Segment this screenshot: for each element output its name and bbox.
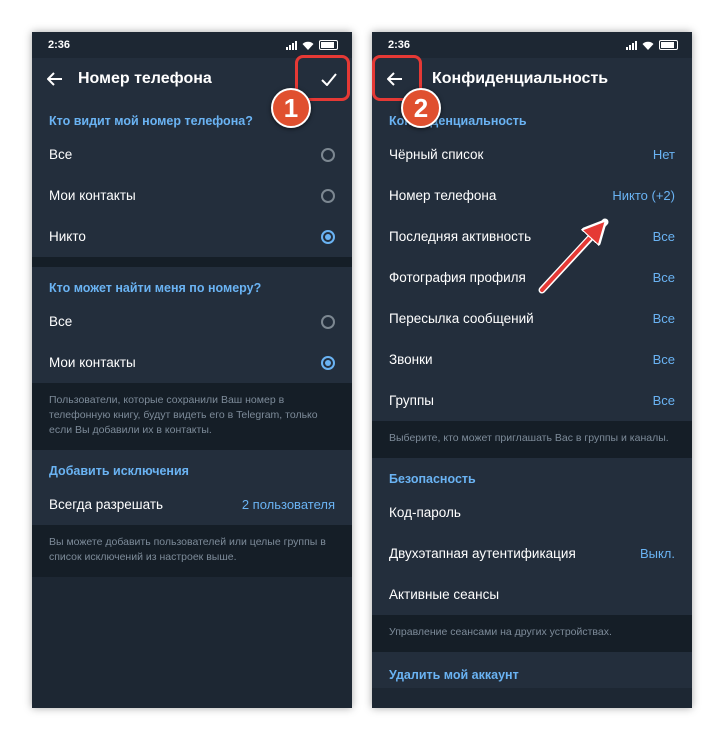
option-label: Никто (49, 229, 86, 244)
section-note: Пользователи, которые сохранили Ваш номе… (32, 383, 352, 450)
section-header: Кто может найти меня по номеру? (49, 281, 262, 295)
row-label: Звонки (389, 352, 433, 367)
section-note: Управление сеансами на других устройства… (372, 615, 692, 652)
radio-button[interactable] (321, 188, 335, 203)
section-header: Добавить исключения (49, 464, 189, 478)
option-label: Все (49, 314, 73, 329)
option-nobody[interactable]: Никто (32, 216, 352, 257)
back-button[interactable] (32, 58, 78, 100)
privacy-section: Конфиденциальность Чёрный список Нет Ном… (372, 100, 692, 421)
privacy-row-forwarding[interactable]: Пересылка сообщений Все (372, 298, 692, 339)
option-everyone[interactable]: Все (32, 134, 352, 175)
privacy-row-last-seen[interactable]: Последняя активность Все (372, 216, 692, 257)
battery-icon (659, 40, 678, 50)
option-everyone[interactable]: Все (32, 301, 352, 342)
row-value: 2 пользователя (241, 497, 335, 512)
signal-icon (286, 40, 297, 50)
status-time: 2:36 (388, 39, 411, 51)
exceptions-section: Добавить исключения Всегда разрешать 2 п… (32, 450, 352, 525)
row-label: Группы (389, 393, 434, 408)
step-badge-2: 2 (401, 88, 441, 128)
page-title: Конфиденциальность (432, 70, 609, 87)
row-label: Всегда разрешать (49, 497, 164, 512)
privacy-row-phone-number[interactable]: Номер телефона Никто (+2) (372, 175, 692, 216)
row-label: Активные сеансы (389, 587, 500, 602)
phone-screen-privacy: 2:36 Конфиденциальность Конфиденциальнос… (372, 32, 692, 708)
section-note: Вы можете добавить пользователей или цел… (32, 525, 352, 577)
delete-account-header[interactable]: Удалить мой аккаунт (372, 652, 692, 688)
option-label: Мои контакты (49, 188, 136, 203)
radio-button[interactable] (321, 147, 335, 162)
section-note: Выберите, кто может приглашать Вас в гру… (372, 421, 692, 458)
wifi-icon (302, 41, 314, 50)
status-time: 2:36 (48, 39, 71, 51)
row-label: Последняя активность (389, 229, 532, 244)
divider (32, 257, 352, 267)
privacy-row-calls[interactable]: Звонки Все (372, 339, 692, 380)
security-row-sessions[interactable]: Активные сеансы (372, 574, 692, 615)
row-label: Номер телефона (389, 188, 497, 203)
row-value: Все (652, 229, 675, 244)
section-header: Безопасность (389, 472, 476, 486)
security-row-passcode[interactable]: Код-пароль (372, 492, 692, 533)
row-value: Выкл. (639, 546, 675, 561)
security-row-two-step[interactable]: Двухэтапная аутентификация Выкл. (372, 533, 692, 574)
who-finds-by-number-section: Кто может найти меня по номеру? Все Мои … (32, 267, 352, 383)
radio-button[interactable] (321, 314, 335, 329)
delete-account-section: Удалить мой аккаунт (372, 652, 692, 688)
option-my-contacts[interactable]: Мои контакты (32, 175, 352, 216)
option-label: Мои контакты (49, 355, 136, 370)
wifi-icon (642, 41, 654, 50)
option-label: Все (49, 147, 73, 162)
privacy-row-profile-photo[interactable]: Фотография профиля Все (372, 257, 692, 298)
row-label: Фотография профиля (389, 270, 526, 285)
privacy-row-blocked[interactable]: Чёрный список Нет (372, 134, 692, 175)
security-section: Безопасность Код-пароль Двухэтапная ауте… (372, 458, 692, 615)
row-value: Нет (652, 147, 675, 162)
status-bar: 2:36 (372, 32, 692, 58)
option-my-contacts[interactable]: Мои контакты (32, 342, 352, 383)
signal-icon (626, 40, 637, 50)
row-value: Все (652, 270, 675, 285)
row-value: Все (652, 393, 675, 408)
page-title: Номер телефона (78, 70, 212, 87)
radio-button-selected[interactable] (321, 355, 335, 370)
step-badge-1: 1 (271, 88, 311, 128)
always-allow-row[interactable]: Всегда разрешать 2 пользователя (32, 484, 352, 525)
row-label: Чёрный список (389, 147, 484, 162)
arrow-left-icon (47, 72, 62, 86)
privacy-row-groups[interactable]: Группы Все (372, 380, 692, 421)
row-label: Пересылка сообщений (389, 311, 534, 326)
row-label: Код-пароль (389, 505, 461, 520)
row-value: Все (652, 311, 675, 326)
phone-screen-phone-number: 2:36 Номер телефона Кто видит мой номер … (32, 32, 352, 708)
row-label: Двухэтапная аутентификация (389, 546, 576, 561)
row-value: Никто (+2) (612, 188, 675, 203)
battery-icon (319, 40, 338, 50)
who-sees-number-section: Кто видит мой номер телефона? Все Мои ко… (32, 100, 352, 257)
row-value: Все (652, 352, 675, 367)
radio-button-selected[interactable] (321, 229, 335, 244)
